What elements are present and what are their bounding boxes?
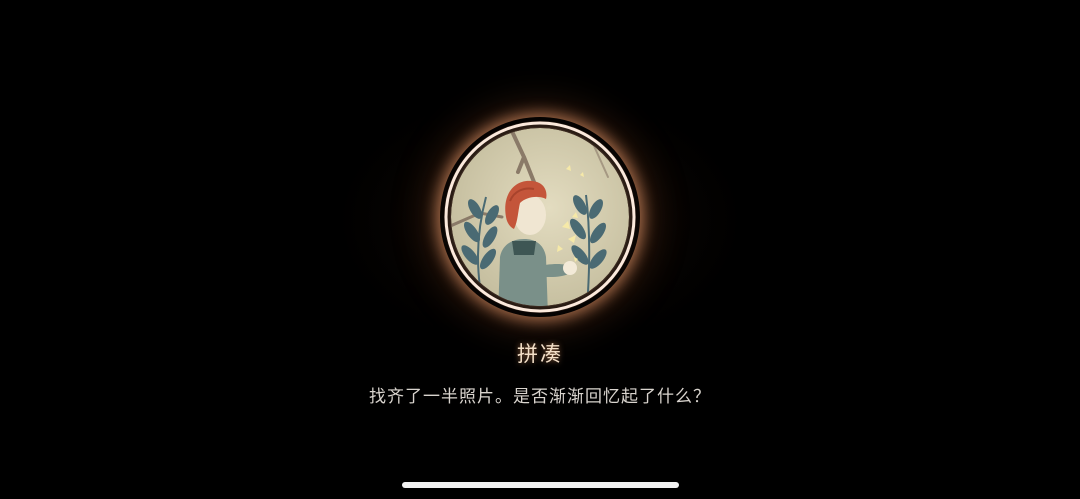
home-indicator-bar[interactable] — [402, 482, 679, 488]
achievement-badge — [440, 117, 640, 317]
boy-collar-shape — [512, 241, 536, 255]
achievement-title: 拼凑 — [517, 342, 563, 366]
achievement-description: 找齐了一半照片。是否渐渐回忆起了什么？ — [369, 387, 711, 407]
boy-hand-shape — [563, 261, 577, 275]
boy-with-butterflies-badge-icon — [444, 121, 636, 313]
achievement-screen: 拼凑 找齐了一半照片。是否渐渐回忆起了什么？ — [0, 0, 1080, 499]
